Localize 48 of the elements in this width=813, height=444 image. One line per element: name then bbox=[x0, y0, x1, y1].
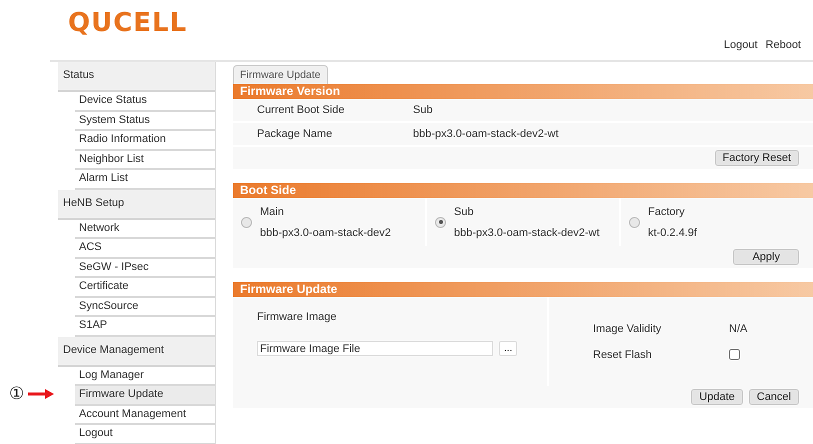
sidebar-item[interactable]: Logout bbox=[75, 425, 215, 444]
checkbox[interactable] bbox=[729, 349, 740, 360]
option-label: Sub bbox=[454, 206, 475, 218]
factory-reset-button[interactable]: Factory Reset bbox=[714, 150, 799, 166]
sidebar-item[interactable]: Network bbox=[75, 220, 215, 239]
sidebar-group-header[interactable]: Device Management bbox=[58, 336, 215, 366]
field-label: Reset Flash bbox=[593, 349, 653, 363]
field-label: Image Validity bbox=[593, 323, 662, 335]
sidebar-item[interactable]: Certificate bbox=[75, 278, 215, 298]
action-button[interactable]: Update bbox=[691, 389, 743, 405]
option-value: bbb-px3.0-oam-stack-dev2-wt bbox=[454, 226, 600, 238]
tab[interactable]: Firmware Update bbox=[233, 65, 328, 84]
header-link[interactable]: Reboot bbox=[766, 39, 801, 51]
option-value: bbb-px3.0-oam-stack-dev2 bbox=[260, 226, 391, 238]
sidebar-item[interactable]: System Status bbox=[75, 112, 215, 131]
sidebar-item[interactable]: Firmware Update bbox=[75, 386, 215, 406]
sidebar-item[interactable]: ACS bbox=[75, 239, 215, 258]
section-header: Firmware Update bbox=[233, 282, 813, 297]
sidebar-item[interactable]: SeGW - IPsec bbox=[75, 258, 215, 278]
option-label: Factory bbox=[648, 206, 686, 218]
browse-button[interactable]: ... bbox=[499, 341, 518, 356]
sidebar-item[interactable]: Account Management bbox=[75, 406, 215, 425]
radio-button[interactable] bbox=[629, 216, 640, 228]
apply-button[interactable]: Apply bbox=[733, 249, 799, 265]
section-header: Firmware Version bbox=[233, 84, 813, 99]
sidebar-item[interactable]: SyncSource bbox=[75, 298, 215, 317]
option-value: kt-0.2.4.9f bbox=[648, 226, 697, 238]
file-input-field[interactable]: Firmware Image File bbox=[257, 341, 493, 356]
field-value: Sub bbox=[413, 104, 433, 116]
field-label: Current Boot Side bbox=[257, 104, 346, 116]
sidebar-item[interactable]: Radio Information bbox=[75, 131, 215, 150]
sidebar-item[interactable]: Neighbor List bbox=[75, 150, 215, 170]
field-label: Package Name bbox=[257, 128, 334, 140]
logo: QUCELL bbox=[68, 8, 188, 38]
section-header: Boot Side bbox=[233, 183, 813, 198]
radio-button[interactable] bbox=[241, 216, 252, 228]
radio-button[interactable] bbox=[435, 216, 446, 228]
header-link[interactable]: Logout bbox=[724, 39, 758, 51]
field-value: bbb-px3.0-oam-stack-dev2-wt bbox=[413, 128, 559, 140]
annotation-arrow-icon bbox=[28, 389, 54, 399]
action-button[interactable]: Cancel bbox=[748, 389, 799, 405]
annotation-marker: ① bbox=[9, 384, 24, 404]
option-label: Main bbox=[260, 206, 285, 218]
field-value: N/A bbox=[729, 323, 748, 335]
sidebar-item[interactable]: Device Status bbox=[75, 92, 215, 112]
sidebar-group-header[interactable]: Status bbox=[58, 62, 215, 92]
sidebar-group-header[interactable]: HeNB Setup bbox=[58, 190, 215, 220]
field-label: Firmware Image bbox=[257, 311, 338, 323]
